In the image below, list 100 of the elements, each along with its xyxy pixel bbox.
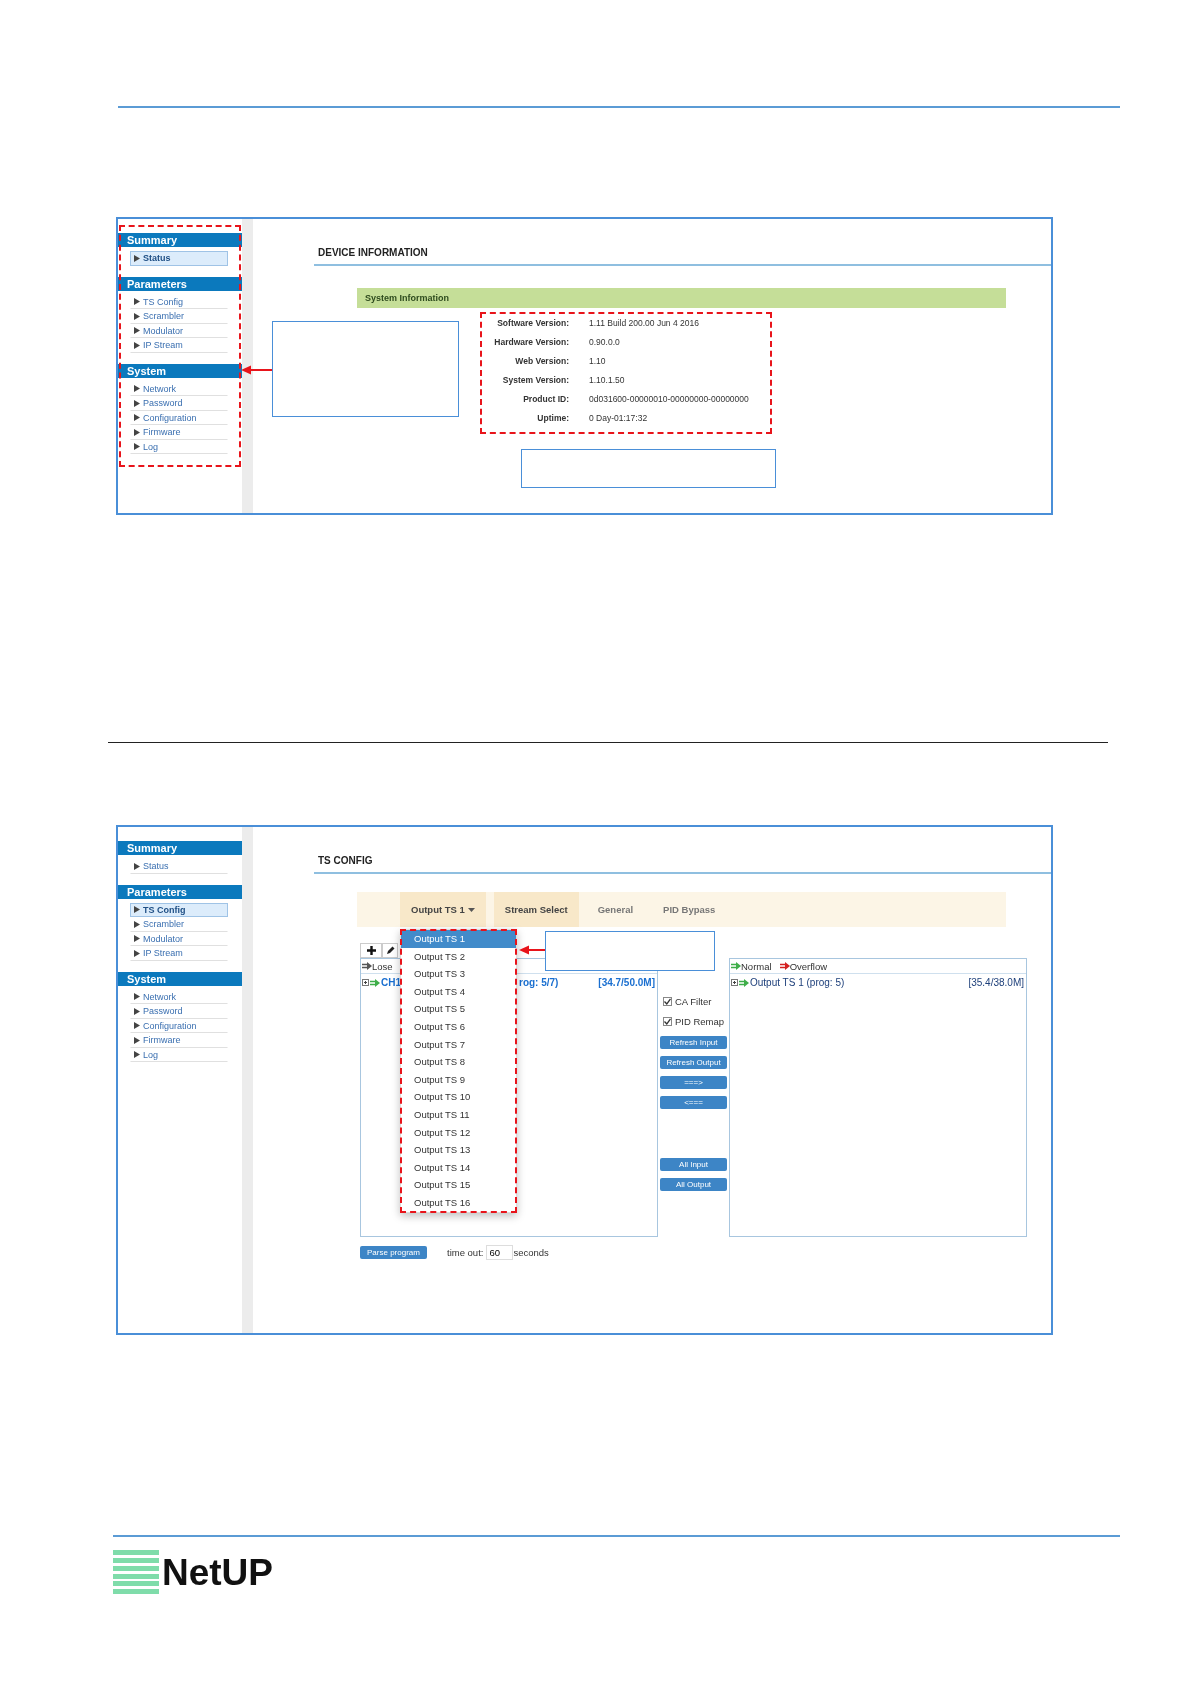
bullet-icon	[134, 935, 140, 943]
bullet-icon	[134, 1007, 140, 1015]
action-button[interactable]: <===	[660, 1096, 727, 1109]
bullet-icon	[134, 1022, 140, 1030]
bullet-icon	[134, 1051, 140, 1059]
menu-item[interactable]: Output TS 9	[401, 1070, 516, 1089]
menu-item[interactable]: Output TS 8	[401, 1053, 516, 1071]
action-button[interactable]: ===>	[660, 1076, 727, 1089]
action-button[interactable]: Refresh Output	[660, 1056, 727, 1069]
page-title: TS CONFIG	[318, 855, 374, 868]
sidebar-link[interactable]: Firmware	[130, 1033, 228, 1048]
checkbox-label: PID Remap	[675, 1015, 725, 1027]
unit-label: seconds	[513, 1247, 549, 1258]
bullet-icon	[134, 385, 140, 393]
info-label: Software Version:	[496, 317, 569, 330]
info-label: System Version:	[501, 374, 569, 387]
sidebar-link[interactable]: Scrambler	[130, 917, 228, 932]
sidebar-link[interactable]: TS Config	[130, 294, 228, 309]
menu-item[interactable]: Output TS 15	[401, 1176, 516, 1194]
bullet-icon	[134, 428, 140, 436]
edit-button[interactable]	[382, 943, 398, 958]
info-value: 0.90.0.0	[589, 336, 621, 349]
sidebar-link[interactable]: Password	[130, 1004, 228, 1019]
sidebar-link[interactable]: IP Stream	[130, 946, 228, 961]
bitrate-label: [34.7/50.0M]	[598, 977, 655, 988]
bullet-icon	[134, 906, 140, 914]
bullet-icon	[134, 312, 140, 320]
logo-icon	[113, 1550, 159, 1594]
dropdown-tab[interactable]: Output TS 1	[400, 892, 486, 927]
sidebar-link[interactable]: Password	[130, 396, 228, 411]
parse-button[interactable]: Parse program	[360, 1246, 427, 1259]
checkbox-label: CA Filter	[675, 995, 712, 1007]
sidebar-heading: Summary	[118, 841, 242, 855]
bullet-icon	[134, 327, 140, 335]
menu-item[interactable]: Output TS 7	[401, 1035, 516, 1054]
menu-item[interactable]: Output TS 2	[401, 947, 516, 966]
bullet-icon	[134, 949, 140, 957]
caret-icon	[467, 907, 475, 912]
sidebar-link[interactable]: Configuration	[130, 1018, 228, 1033]
sidebar-link[interactable]: Log	[130, 439, 228, 454]
bullet-icon	[134, 341, 140, 349]
menu-item[interactable]: Output TS 12	[401, 1123, 516, 1142]
sidebar-link[interactable]: Modulator	[130, 931, 228, 946]
arrow-icon	[370, 978, 380, 987]
menu-item[interactable]: Output TS 13	[401, 1141, 516, 1159]
sidebar-link[interactable]: Network	[130, 989, 228, 1004]
sidebar-link[interactable]: Firmware	[130, 425, 228, 440]
menu-item[interactable]: Output TS 6	[401, 1017, 516, 1036]
section-heading: System Information	[357, 288, 1006, 308]
expand-icon	[731, 979, 738, 986]
tree-item-label[interactable]: CH1	[381, 977, 401, 988]
action-button[interactable]: All Input	[660, 1158, 727, 1171]
sidebar-link[interactable]: Status	[130, 859, 228, 874]
info-label: Product ID:	[522, 393, 569, 406]
tab[interactable]: PID Bypass	[652, 892, 727, 927]
menu-item[interactable]: Output TS 11	[401, 1105, 516, 1124]
bullet-icon	[134, 920, 140, 928]
legend-label: Overflow	[789, 960, 828, 972]
tree-item-label[interactable]: Output TS 1 (prog: 5)	[750, 977, 845, 988]
tab[interactable]: Stream Select	[493, 892, 579, 927]
timeout-field[interactable]: 60	[486, 1245, 514, 1260]
menu-item[interactable]: Output TS 14	[401, 1158, 516, 1177]
sidebar-link[interactable]: Modulator	[130, 323, 228, 338]
legend-label: Lose	[372, 960, 393, 972]
sidebar-heading: Summary	[118, 233, 242, 247]
info-label: Hardware Version:	[493, 336, 569, 349]
menu-item[interactable]: Output TS 3	[401, 965, 516, 983]
pointer-arrow	[241, 365, 272, 375]
action-button[interactable]: All Output	[660, 1178, 727, 1191]
sidebar-link[interactable]: TS Config	[130, 902, 228, 917]
tab[interactable]: General	[586, 892, 645, 927]
arrow-icon	[739, 978, 749, 987]
bullet-icon	[134, 443, 140, 451]
sidebar-link[interactable]: Network	[130, 381, 228, 396]
menu-item[interactable]: Output TS 10	[401, 1088, 516, 1106]
info-label: Uptime:	[536, 412, 569, 425]
plus-icon	[366, 946, 376, 955]
menu-item[interactable]: Output TS 5	[401, 1000, 516, 1018]
bullet-icon	[134, 399, 140, 407]
menu-item[interactable]: Output TS 4	[401, 982, 516, 1001]
checkmark-icon	[664, 1017, 671, 1025]
sidebar-link[interactable]: Scrambler	[130, 309, 228, 324]
sidebar-link[interactable]: Status	[130, 251, 228, 266]
add-button[interactable]	[360, 943, 382, 958]
sidebar-link[interactable]: Log	[130, 1047, 228, 1062]
bullet-icon	[134, 1036, 140, 1044]
checkmark-icon	[664, 997, 671, 1005]
sidebar-heading: Parameters	[118, 884, 242, 899]
info-value: 1.11 Build 200.00 Jun 4 2016	[589, 317, 700, 330]
info-value: 1.10.1.50	[589, 374, 626, 387]
sidebar-link[interactable]: Configuration	[130, 410, 228, 425]
action-button[interactable]: Refresh Input	[660, 1036, 727, 1049]
checkbox[interactable]	[663, 996, 672, 1006]
bullet-icon	[134, 993, 140, 1001]
sidebar-link[interactable]: IP Stream	[130, 338, 228, 353]
sidebar-heading: Parameters	[118, 276, 242, 291]
expand-icon	[362, 979, 369, 986]
checkbox[interactable]	[663, 1016, 672, 1026]
menu-item[interactable]: Output TS 16	[401, 1193, 516, 1212]
menu-item[interactable]: Output TS 1	[401, 930, 516, 948]
